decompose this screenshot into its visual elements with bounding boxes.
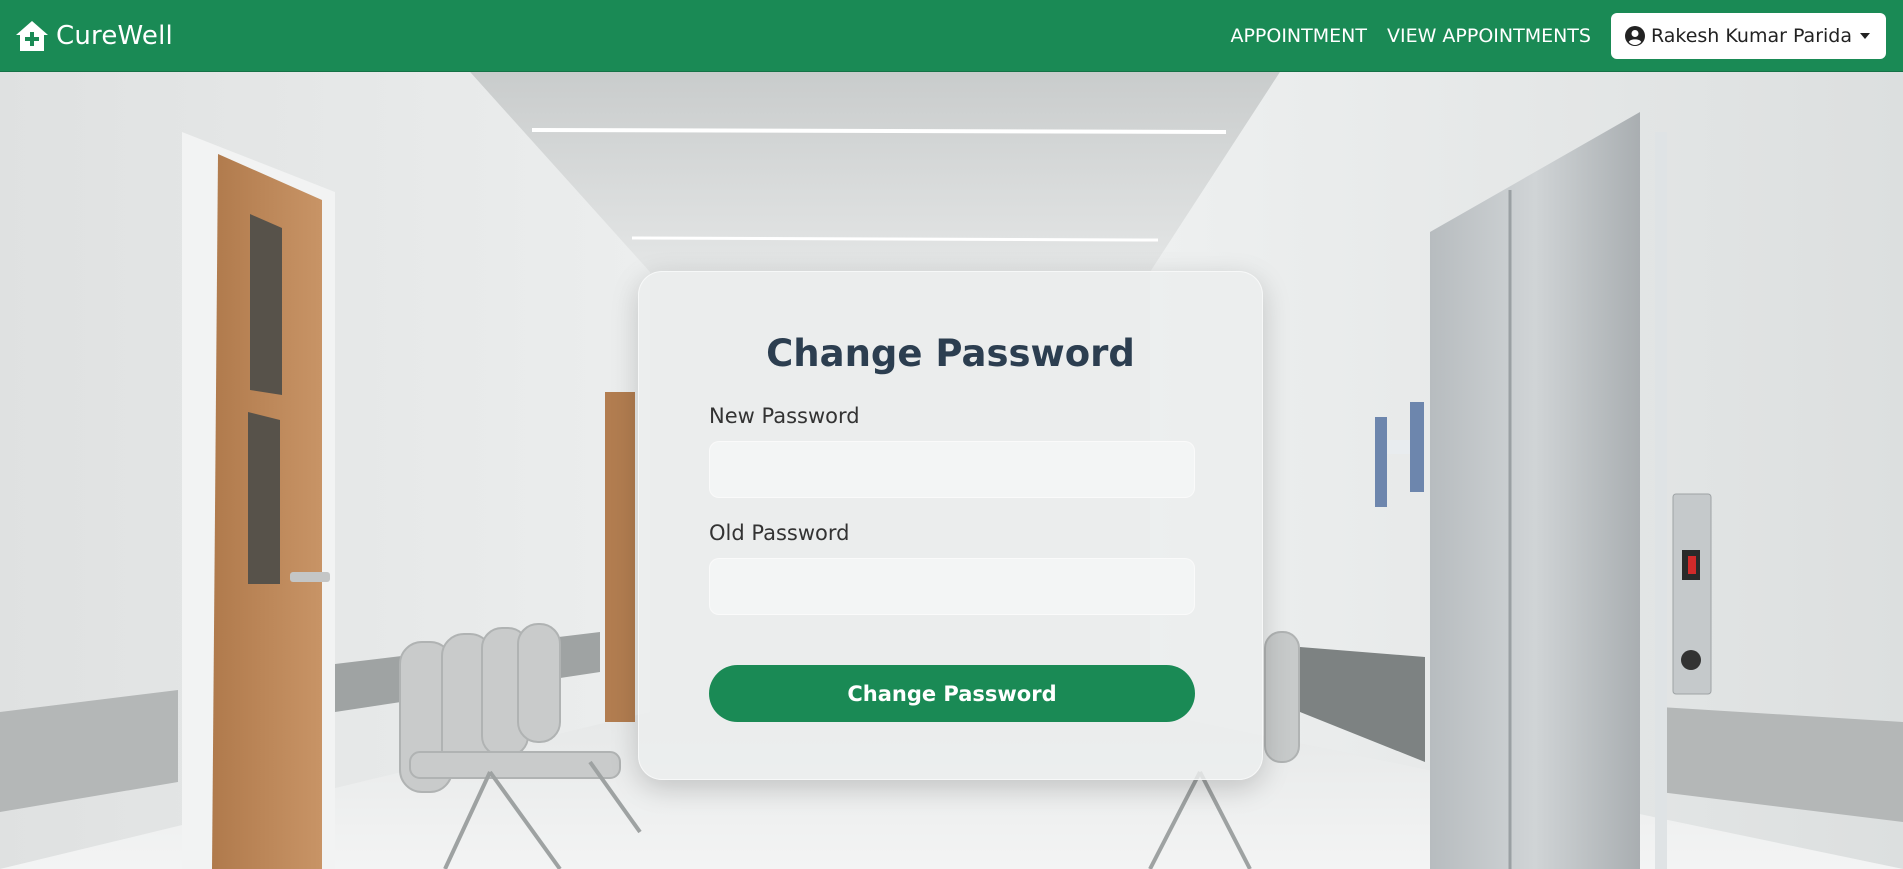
house-plus-icon (16, 20, 48, 51)
page-title: Change Password (766, 332, 1135, 375)
user-circle-icon (1624, 25, 1645, 46)
brand-name: CureWell (56, 20, 173, 51)
caret-down-icon (1860, 32, 1870, 39)
user-name: Rakesh Kumar Parida (1650, 24, 1852, 47)
nav-link-appointment[interactable]: APPOINTMENT (1230, 25, 1367, 47)
change-password-card: Change Password New Password Old Passwor… (638, 271, 1263, 780)
new-password-input[interactable] (709, 441, 1195, 498)
top-navbar: CureWell APPOINTMENT VIEW APPOINTMENTS R… (0, 0, 1903, 72)
old-password-label: Old Password (709, 521, 850, 545)
user-dropdown-button[interactable]: Rakesh Kumar Parida (1610, 12, 1886, 59)
change-password-button[interactable]: Change Password (709, 665, 1195, 722)
nav-link-view-appointments[interactable]: VIEW APPOINTMENTS (1387, 25, 1591, 47)
brand-logo[interactable]: CureWell (14, 18, 173, 54)
new-password-label: New Password (709, 404, 860, 428)
old-password-input[interactable] (709, 558, 1195, 615)
nav-menu: APPOINTMENT VIEW APPOINTMENTS Rakesh Kum… (1230, 0, 1903, 71)
